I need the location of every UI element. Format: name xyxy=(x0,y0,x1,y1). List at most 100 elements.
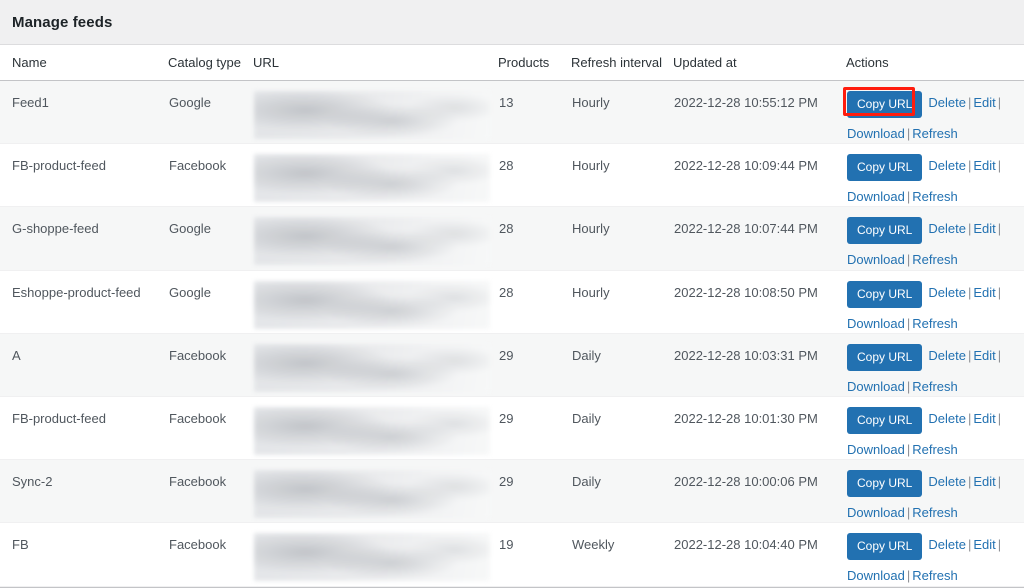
table-row: Sync-2 Facebook 29 Daily 2022-12-28 10:00:06… xyxy=(0,459,1024,524)
actions-group: Copy URL Delete | Edit | Download | Refresh xyxy=(847,343,1017,396)
table-row: FB Facebook 19 Weekly 2022-12-28 10:04:40 PM… xyxy=(0,522,1024,587)
refresh-link[interactable]: Refresh xyxy=(912,568,958,583)
feed-name-text: G-shoppe-feed xyxy=(12,221,99,237)
table-body: Feed1 Google 13 Hourly 2022-12-28 10:55:12 P… xyxy=(0,80,1024,587)
delete-link[interactable]: Delete xyxy=(928,474,966,489)
delete-link[interactable]: Delete xyxy=(928,221,966,236)
copy-url-button[interactable]: Copy URL xyxy=(847,91,923,118)
url-redacted-block xyxy=(254,154,490,203)
cell-actions: Copy URL Delete | Edit | Download | Refresh xyxy=(843,80,1024,145)
edit-link[interactable]: Edit xyxy=(973,285,995,300)
download-link[interactable]: Download xyxy=(847,316,905,331)
url-redacted-block xyxy=(254,91,490,139)
edit-link[interactable]: Edit xyxy=(973,537,995,552)
refresh-link[interactable]: Refresh xyxy=(912,126,958,141)
actions-primary-line: Copy URL Delete | Edit | xyxy=(843,87,1017,118)
table-header: Name Catalog type URL Products Refresh i… xyxy=(0,45,1024,81)
cell-catalog-type: Facebook xyxy=(168,522,253,587)
delete-link[interactable]: Delete xyxy=(928,285,966,300)
edit-link[interactable]: Edit xyxy=(973,411,995,426)
cell-feed-name: Sync-2 xyxy=(0,459,168,524)
action-separator: | xyxy=(997,347,1002,363)
cell-products-count: 29 xyxy=(498,396,571,461)
edit-link[interactable]: Edit xyxy=(973,95,995,110)
feed-name-text: FB-product-feed xyxy=(12,410,106,426)
copy-url-button[interactable]: Copy URL xyxy=(847,406,923,434)
edit-link[interactable]: Edit xyxy=(973,474,995,489)
actions-secondary-line: Download | Refresh xyxy=(847,188,1017,206)
copy-url-button[interactable]: Copy URL xyxy=(847,533,923,561)
delete-link[interactable]: Delete xyxy=(928,411,966,426)
cell-feed-name: Eshoppe-product-feed xyxy=(0,270,168,334)
actions-group: Copy URL Delete | Edit | Download | Refresh xyxy=(843,87,1017,143)
cell-feed-name: FB-product-feed xyxy=(0,396,168,461)
cell-url xyxy=(253,270,498,334)
download-link[interactable]: Download xyxy=(847,189,905,204)
feeds-table-card: Name Catalog type URL Products Refresh i… xyxy=(0,44,1024,588)
copy-url-button[interactable]: Copy URL xyxy=(847,470,923,498)
refresh-link[interactable]: Refresh xyxy=(912,316,958,331)
delete-link[interactable]: Delete xyxy=(928,348,966,363)
actions-primary-line: Copy URL Delete | Edit | xyxy=(847,343,1017,371)
cell-feed-name: Feed1 xyxy=(0,80,168,145)
feed-name-text: FB xyxy=(12,537,29,553)
delete-link[interactable]: Delete xyxy=(928,95,966,110)
cell-refresh-interval: Daily xyxy=(571,333,673,397)
cell-actions: Copy URL Delete | Edit | Download | Refresh xyxy=(846,396,1024,461)
cell-actions: Copy URL Delete | Edit | Download | Refresh xyxy=(846,270,1024,334)
url-redacted-block xyxy=(254,343,490,392)
download-link[interactable]: Download xyxy=(847,568,905,583)
action-separator: | xyxy=(997,221,1002,237)
table-row: G-shoppe-feed Google 28 Hourly 2022-12-28 10… xyxy=(0,206,1024,271)
cell-catalog-type: Google xyxy=(168,80,253,145)
delete-link[interactable]: Delete xyxy=(928,158,966,173)
download-link[interactable]: Download xyxy=(847,379,905,394)
refresh-link[interactable]: Refresh xyxy=(912,252,958,267)
actions-group: Copy URL Delete | Edit | Download | Refresh xyxy=(847,470,1017,522)
actions-primary-line: Copy URL Delete | Edit | xyxy=(847,154,1017,182)
cell-refresh-interval: Daily xyxy=(571,459,673,524)
delete-edit-links: Delete | Edit | xyxy=(928,410,1003,428)
cell-updated-at: 2022-12-28 10:55:12 PM xyxy=(673,80,846,145)
table-row: A Facebook 29 Daily 2022-12-28 10:03:31 PM Co… xyxy=(0,333,1024,397)
copy-url-button[interactable]: Copy URL xyxy=(847,343,923,371)
feed-name-text: A xyxy=(12,347,21,363)
actions-group: Copy URL Delete | Edit | Download | Refresh xyxy=(847,533,1017,585)
edit-link[interactable]: Edit xyxy=(973,221,995,236)
cell-url xyxy=(253,80,498,145)
download-link[interactable]: Download xyxy=(847,252,905,267)
cell-feed-name: FB xyxy=(0,522,168,587)
download-link[interactable]: Download xyxy=(847,505,905,520)
cell-catalog-type: Facebook xyxy=(168,333,253,397)
edit-link[interactable]: Edit xyxy=(973,348,995,363)
download-link[interactable]: Download xyxy=(847,442,905,457)
cell-refresh-interval: Daily xyxy=(571,396,673,461)
table-row: FB-product-feed Facebook 29 Daily 2022-12-28… xyxy=(0,396,1024,461)
copy-url-button[interactable]: Copy URL xyxy=(847,217,923,245)
edit-link[interactable]: Edit xyxy=(973,158,995,173)
copy-url-button[interactable]: Copy URL xyxy=(847,154,923,182)
column-header-updated-at: Updated at xyxy=(673,45,846,81)
action-separator: | xyxy=(997,95,1002,110)
cell-refresh-interval: Hourly xyxy=(571,143,673,208)
actions-secondary-line: Download | Refresh xyxy=(847,125,1017,143)
actions-secondary-line: Download | Refresh xyxy=(847,504,1017,522)
cell-url xyxy=(253,333,498,397)
refresh-link[interactable]: Refresh xyxy=(912,442,958,457)
refresh-link[interactable]: Refresh xyxy=(912,189,958,204)
feed-name-text: Sync-2 xyxy=(12,474,53,490)
delete-link[interactable]: Delete xyxy=(928,537,966,552)
action-separator: | xyxy=(997,537,1002,553)
actions-secondary-line: Download | Refresh xyxy=(847,251,1017,269)
url-redacted-block xyxy=(254,470,490,519)
copy-url-button[interactable]: Copy URL xyxy=(847,280,923,308)
delete-edit-links: Delete | Edit | xyxy=(928,536,1003,554)
refresh-link[interactable]: Refresh xyxy=(912,505,958,520)
refresh-link[interactable]: Refresh xyxy=(912,379,958,394)
delete-edit-links: Delete | Edit | xyxy=(928,157,1003,175)
feed-name-text: Eshoppe-product-feed xyxy=(12,284,141,300)
column-header-catalog-type: Catalog type xyxy=(168,45,253,81)
download-link[interactable]: Download xyxy=(847,126,905,141)
cell-products-count: 13 xyxy=(498,80,571,145)
feeds-table: Name Catalog type URL Products Refresh i… xyxy=(0,45,1024,587)
